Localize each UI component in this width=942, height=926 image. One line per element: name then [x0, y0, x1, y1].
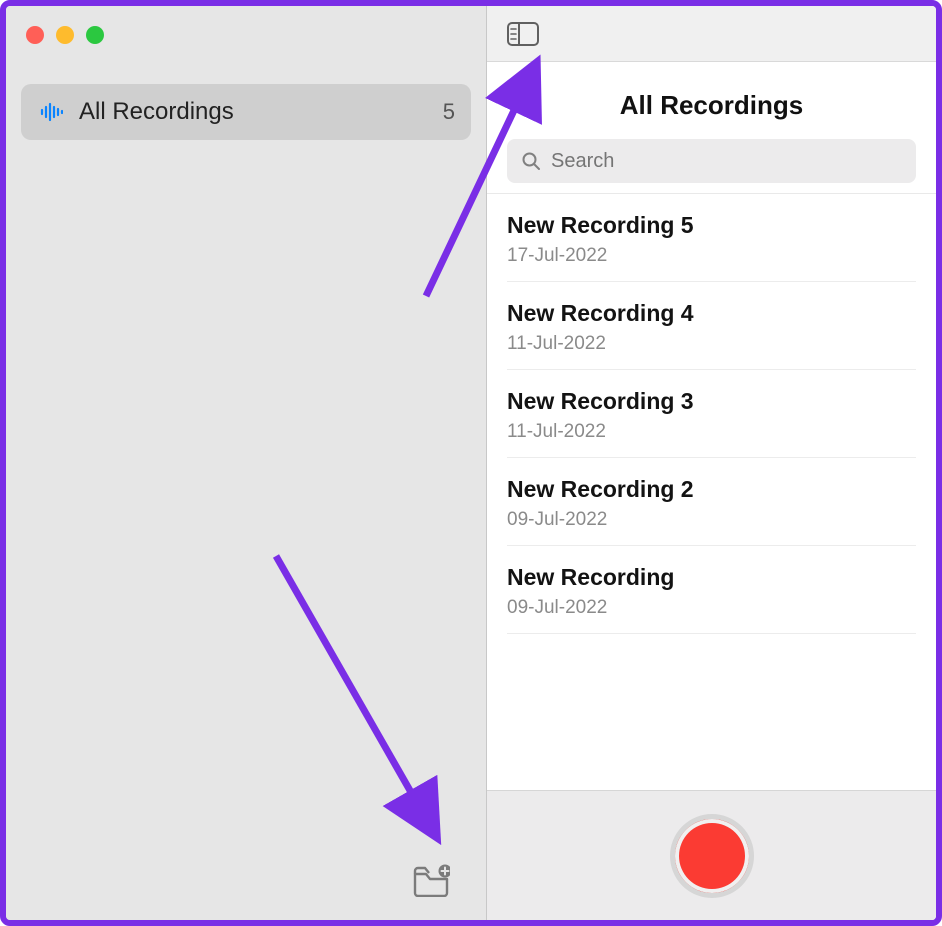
list-item[interactable]: New Recording 4 11-Jul-2022 [507, 282, 916, 370]
recording-title: New Recording 5 [507, 212, 916, 239]
window-controls [6, 6, 486, 54]
sidebar: All Recordings 5 [6, 6, 486, 920]
recordings-list: New Recording 5 17-Jul-2022 New Recordin… [487, 194, 936, 790]
recording-title: New Recording [507, 564, 916, 591]
app-window: All Recordings 5 [0, 0, 942, 926]
search-field[interactable] [507, 139, 916, 183]
waveform-icon [37, 98, 65, 126]
recording-title: New Recording 4 [507, 300, 916, 327]
sidebar-item-label: All Recordings [79, 98, 429, 126]
list-item[interactable]: New Recording 09-Jul-2022 [507, 546, 916, 634]
recording-date: 17-Jul-2022 [507, 245, 916, 267]
search-input[interactable] [551, 150, 902, 173]
minimize-window-button[interactable] [56, 26, 74, 44]
sidebar-item-all-recordings[interactable]: All Recordings 5 [21, 84, 471, 140]
new-folder-button[interactable] [412, 861, 450, 899]
close-window-button[interactable] [26, 26, 44, 44]
toggle-sidebar-button[interactable] [507, 22, 539, 46]
sidebar-footer [6, 840, 486, 920]
page-title: All Recordings [487, 62, 936, 139]
search-container [487, 139, 936, 194]
search-icon [521, 151, 541, 171]
main-toolbar [487, 6, 936, 62]
recording-date: 09-Jul-2022 [507, 509, 916, 531]
record-button[interactable] [670, 814, 754, 898]
recording-title: New Recording 2 [507, 476, 916, 503]
recording-date: 11-Jul-2022 [507, 421, 916, 443]
sidebar-item-count: 5 [443, 99, 455, 125]
zoom-window-button[interactable] [86, 26, 104, 44]
main-column: All Recordings New Recording 5 17-Jul-20… [487, 6, 936, 920]
list-item[interactable]: New Recording 3 11-Jul-2022 [507, 370, 916, 458]
main-footer [487, 790, 936, 920]
list-item[interactable]: New Recording 5 17-Jul-2022 [507, 194, 916, 282]
list-item[interactable]: New Recording 2 09-Jul-2022 [507, 458, 916, 546]
recording-title: New Recording 3 [507, 388, 916, 415]
recording-date: 11-Jul-2022 [507, 333, 916, 355]
recording-date: 09-Jul-2022 [507, 597, 916, 619]
